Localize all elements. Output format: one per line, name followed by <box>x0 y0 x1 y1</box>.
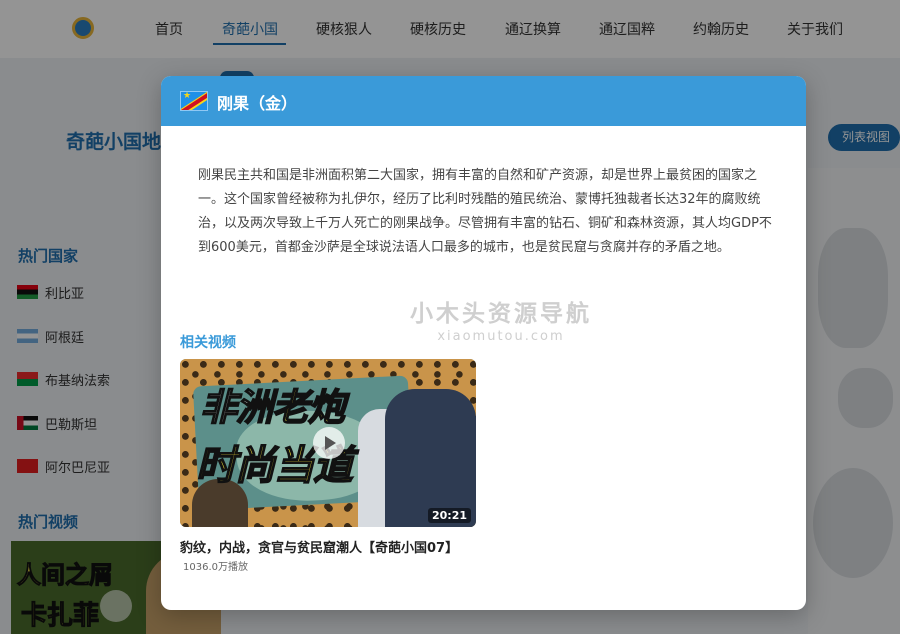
dr-congo-flag-icon: ★ <box>180 91 208 111</box>
modal-title: 刚果（金） <box>217 94 298 113</box>
video-title[interactable]: 豹纹，内战，贪官与贫民窟潮人【奇葩小国07】 <box>180 537 458 556</box>
related-videos-heading: 相关视频 <box>180 335 236 351</box>
watermark: 小木头资源导航 xiaomutou.com <box>401 294 601 344</box>
video-duration: 20:21 <box>427 508 471 523</box>
video-view-count: 1036.0万播放 <box>183 562 248 573</box>
thumbnail-person <box>385 389 476 527</box>
country-detail-modal: ★ 刚果（金） 刚果民主共和国是非洲面积第二大国家，拥有丰富的自然和矿产资源，却… <box>161 76 806 610</box>
watermark-url: xiaomutou.com <box>437 329 565 344</box>
thumbnail-caption: 非洲老炮 <box>199 385 346 430</box>
video-thumbnail[interactable]: 非洲老炮 时尚当道 20:21 <box>180 359 476 527</box>
modal-header: ★ 刚果（金） <box>161 76 806 126</box>
watermark-text: 小木头资源导航 <box>410 301 592 327</box>
country-description: 刚果民主共和国是非洲面积第二大国家，拥有丰富的自然和矿产资源，却是世界上最贫困的… <box>198 168 772 255</box>
play-icon[interactable] <box>313 427 345 459</box>
